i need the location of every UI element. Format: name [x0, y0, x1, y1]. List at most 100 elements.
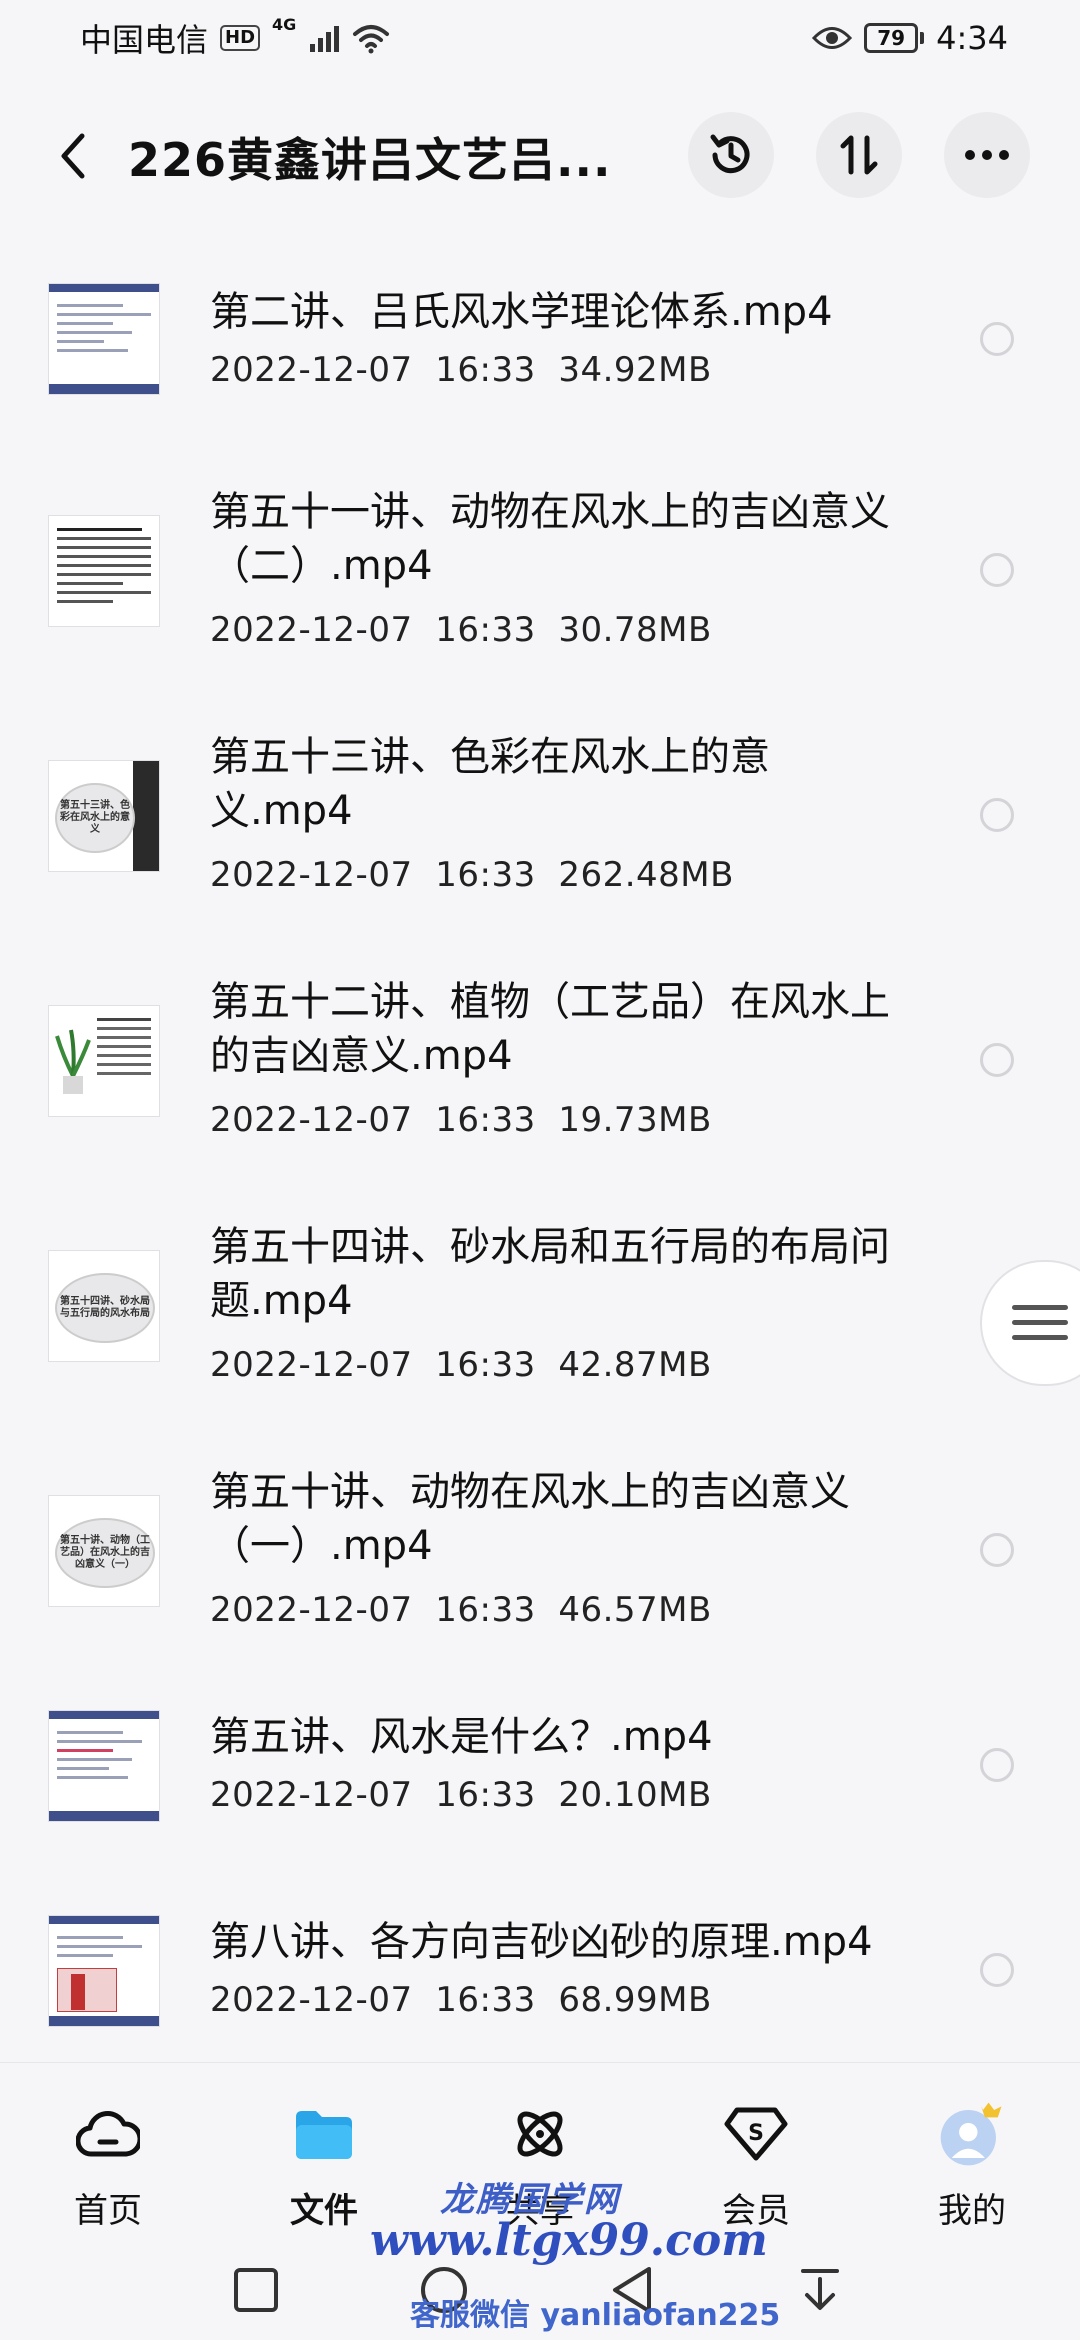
file-date: 2022-12-07 — [210, 1980, 413, 2020]
sort-icon — [840, 135, 878, 175]
file-meta: 2022-12-07 16:33 20.10MB — [210, 1775, 712, 1815]
carrier-label: 中国电信 — [80, 20, 209, 59]
floating-menu-handle[interactable] — [980, 1260, 1080, 1386]
video-thumbnail — [48, 283, 160, 395]
file-meta: 2022-12-07 16:33 30.78MB — [210, 610, 712, 650]
file-size: 20.10MB — [558, 1775, 712, 1815]
svg-text:S: S — [748, 2121, 764, 2146]
file-meta: 2022-12-07 16:33 262.48MB — [210, 855, 734, 895]
vip-icon: S — [721, 2099, 791, 2169]
clock: 4:34 — [936, 18, 1008, 57]
plant-icon — [55, 1029, 91, 1094]
nav-vip[interactable]: S 会员 — [676, 2063, 836, 2233]
back-arrow-icon — [61, 133, 85, 179]
file-name: 第五十四讲、砂水局和五行局的布局问题.mp4 — [210, 1224, 890, 1324]
sort-button[interactable] — [816, 112, 902, 198]
more-icon — [965, 150, 1009, 160]
nav-home[interactable]: 首页 — [28, 2063, 188, 2233]
select-checkbox[interactable] — [980, 798, 1014, 832]
nav-home-label: 首页 — [74, 2191, 142, 2231]
history-icon — [710, 134, 750, 174]
file-time: 16:33 — [435, 610, 536, 650]
file-date: 2022-12-07 — [210, 1775, 413, 1815]
file-name: 第五十讲、动物在风水上的吉凶意义（一）.mp4 — [210, 1469, 850, 1569]
folder-icon — [289, 2099, 359, 2169]
file-time: 16:33 — [435, 1775, 536, 1815]
status-bar: 中国电信 HD 4G 79 4:34 — [0, 0, 1080, 75]
watermark-contact: 客服微信 yanliaofan225 — [410, 2298, 781, 2333]
video-thumbnail: 第五十讲、动物（工艺品）在风水上的吉凶意义（一） — [48, 1495, 160, 1607]
network-type: 4G — [272, 14, 297, 34]
select-checkbox[interactable] — [980, 1043, 1014, 1077]
file-name: 第八讲、各方向吉砂凶砂的原理.mp4 — [210, 1919, 873, 1965]
file-meta: 2022-12-07 16:33 42.87MB — [210, 1345, 712, 1385]
status-right: 79 4:34 — [812, 19, 1008, 57]
file-meta: 2022-12-07 16:33 19.73MB — [210, 1100, 712, 1140]
nav-files[interactable]: 文件 — [244, 2063, 404, 2233]
file-date: 2022-12-07 — [210, 855, 413, 895]
notification-pull-button[interactable] — [792, 2262, 848, 2318]
header: 226黄鑫讲吕文艺吕... — [0, 100, 1080, 210]
file-name: 第五十二讲、植物（工艺品）在风水上的吉凶意义.mp4 — [210, 979, 890, 1079]
video-thumbnail — [48, 1710, 160, 1822]
file-date: 2022-12-07 — [210, 1100, 413, 1140]
select-checkbox[interactable] — [980, 322, 1014, 356]
avatar-icon — [937, 2099, 1007, 2169]
watermark-site-name: 龙腾国学网 — [440, 2180, 620, 2220]
file-size: 19.73MB — [558, 1100, 712, 1140]
share-atom-icon — [505, 2099, 575, 2169]
file-time: 16:33 — [435, 855, 536, 895]
file-time: 16:33 — [435, 1980, 536, 2020]
battery-icon: 79 — [864, 22, 925, 53]
eye-icon — [812, 26, 853, 49]
pull-down-icon — [801, 2269, 839, 2310]
file-size: 68.99MB — [558, 1980, 712, 2020]
file-date: 2022-12-07 — [210, 1345, 413, 1385]
file-time: 16:33 — [435, 350, 536, 390]
file-date: 2022-12-07 — [210, 610, 413, 650]
thumbnail-title: 第五十三讲、色彩在风水上的意义 — [55, 783, 135, 853]
back-button[interactable] — [48, 128, 98, 184]
nav-me-label: 我的 — [938, 2191, 1006, 2231]
file-size: 42.87MB — [558, 1345, 712, 1385]
wifi-icon — [353, 24, 390, 53]
status-left: 中国电信 HD 4G — [80, 15, 391, 61]
cloud-icon — [73, 2099, 143, 2169]
hd-icon: HD — [220, 24, 261, 51]
file-time: 16:33 — [435, 1590, 536, 1630]
thumbnail-title: 第五十四讲、砂水局与五行局的风水布局 — [55, 1273, 155, 1343]
video-thumbnail: 第五十三讲、色彩在风水上的意义 — [48, 760, 160, 872]
file-size: 262.48MB — [558, 855, 734, 895]
nav-me[interactable]: 我的 — [892, 2063, 1052, 2233]
video-thumbnail: 第五十四讲、砂水局与五行局的风水布局 — [48, 1250, 160, 1362]
select-checkbox[interactable] — [980, 1533, 1014, 1567]
file-date: 2022-12-07 — [210, 350, 413, 390]
file-meta: 2022-12-07 16:33 34.92MB — [210, 350, 712, 390]
select-checkbox[interactable] — [980, 1953, 1014, 1987]
video-thumbnail — [48, 1915, 160, 2027]
watermark-url: www.ltgx99.com — [370, 2215, 768, 2266]
file-size: 34.92MB — [558, 350, 712, 390]
file-name: 第五十一讲、动物在风水上的吉凶意义（二）.mp4 — [210, 489, 890, 589]
thumbnail-title: 第五十讲、动物（工艺品）在风水上的吉凶意义（一） — [55, 1518, 155, 1588]
file-size: 46.57MB — [558, 1590, 712, 1630]
file-date: 2022-12-07 — [210, 1590, 413, 1630]
square-icon — [234, 2268, 278, 2312]
file-size: 30.78MB — [558, 610, 712, 650]
file-name: 第五十三讲、色彩在风水上的意义.mp4 — [210, 734, 770, 834]
battery-level: 79 — [864, 22, 919, 53]
select-checkbox[interactable] — [980, 1748, 1014, 1782]
recents-button[interactable] — [228, 2262, 284, 2318]
menu-icon — [1012, 1305, 1068, 1340]
video-thumbnail — [48, 1005, 160, 1117]
file-name: 第五讲、风水是什么？.mp4 — [210, 1714, 713, 1760]
file-time: 16:33 — [435, 1345, 536, 1385]
more-button[interactable] — [944, 112, 1030, 198]
history-button[interactable] — [688, 112, 774, 198]
file-meta: 2022-12-07 16:33 68.99MB — [210, 1980, 712, 2020]
file-meta: 2022-12-07 16:33 46.57MB — [210, 1590, 712, 1630]
nav-files-label: 文件 — [290, 2191, 358, 2231]
page-title: 226黄鑫讲吕文艺吕... — [128, 133, 608, 187]
file-time: 16:33 — [435, 1100, 536, 1140]
select-checkbox[interactable] — [980, 553, 1014, 587]
